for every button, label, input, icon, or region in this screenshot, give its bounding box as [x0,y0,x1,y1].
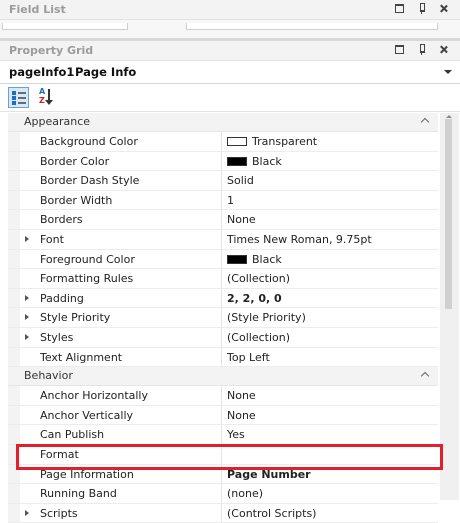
property-row-font[interactable]: Font Times New Roman, 9.75pt [8,229,438,250]
property-value[interactable]: (Style Priority) [227,311,306,324]
property-name: Background Color [40,135,138,148]
property-grid-toolbar: AZ [0,84,460,112]
category-label: Behavior [24,369,73,383]
object-name: pageInfo1 [9,65,75,79]
property-row-formatting-rules[interactable]: Formatting Rules (Collection) [8,269,438,289]
property-row-text-alignment[interactable]: Text Alignment Top Left [8,347,438,368]
property-name: Format [40,447,79,461]
expand-icon[interactable] [25,509,29,516]
property-value[interactable]: None [227,213,256,226]
color-swatch-icon [227,137,247,146]
property-value[interactable]: Times New Roman, 9.75pt [227,233,372,246]
property-row-background-color[interactable]: Background Color Transparent [8,132,438,152]
scroll-up-icon[interactable] [446,115,452,118]
property-name: Padding [40,291,84,305]
property-value[interactable]: None [227,409,256,422]
property-name: Font [40,232,64,246]
property-name: Anchor Horizontally [40,389,148,403]
property-name: Scripts [40,506,78,520]
property-name: Border Color [40,154,110,168]
property-name: Border Width [40,193,113,207]
field-list-header: Field List [0,0,460,20]
collapse-icon[interactable] [420,117,430,127]
property-row-border-color[interactable]: Border Color Black [8,151,438,172]
close-icon[interactable] [437,43,450,56]
property-name: Borders [40,213,83,227]
color-swatch-icon [227,254,247,264]
property-name: Running Band [40,487,117,501]
property-row-styles[interactable]: Styles (Collection) [8,327,438,348]
property-value[interactable]: Black [227,155,282,168]
color-swatch-icon [227,156,247,166]
property-value[interactable]: Top Left [227,351,270,364]
property-value[interactable]: Yes [227,428,245,441]
property-row-foreground-color[interactable]: Foreground Color Black [8,249,438,270]
property-name: Styles [40,330,74,344]
property-grid: Appearance Background Color Transparent … [8,113,438,523]
property-name: Can Publish [40,428,105,442]
property-row-scripts[interactable]: Scripts (Control Scripts) [8,503,438,523]
pin-icon[interactable] [415,43,428,56]
property-name: Formatting Rules [40,272,134,286]
property-name: Page Information [40,467,134,481]
alphabetical-sort-icon[interactable]: AZ [36,87,57,108]
object-type: Page Info [75,65,137,79]
property-value[interactable]: Black [227,253,282,266]
field-list-body [0,20,460,38]
category-label: Appearance [24,115,91,128]
property-name: Style Priority [40,311,111,325]
property-grid-header: Property Grid [0,41,460,61]
property-value[interactable]: (none) [227,487,263,500]
property-value[interactable]: None [227,389,256,402]
property-value[interactable]: 2, 2, 0, 0 [227,292,282,305]
collapse-icon[interactable] [420,371,430,381]
property-value[interactable]: (Collection) [227,331,290,344]
expand-icon[interactable] [25,314,29,321]
property-value[interactable]: (Control Scripts) [227,507,316,520]
category-appearance[interactable]: Appearance [8,113,438,132]
property-grid-title: Property Grid [9,44,94,57]
property-value[interactable]: (Collection) [227,272,290,285]
maximize-icon[interactable] [393,2,406,15]
field-list-tab [2,23,128,30]
categorized-icon[interactable] [8,87,29,108]
close-icon[interactable] [437,2,450,15]
property-row-format[interactable]: Format [8,444,438,465]
property-value[interactable]: Transparent [227,135,317,148]
object-selector[interactable]: pageInfo1 Page Info [0,61,460,84]
scrollbar-thumb[interactable] [445,119,452,309]
property-row-border-dash-style[interactable]: Border Dash Style Solid [8,171,438,191]
property-row-border-width[interactable]: Border Width 1 [8,190,438,211]
expand-icon[interactable] [25,294,29,301]
expand-icon[interactable] [25,333,29,340]
field-list-tab [186,23,438,30]
property-row-anchor-vertically[interactable]: Anchor Vertically None [8,405,438,426]
property-row-padding[interactable]: Padding 2, 2, 0, 0 [8,288,438,309]
property-value[interactable]: Solid [227,174,254,187]
property-row-can-publish[interactable]: Can Publish Yes [8,425,438,445]
category-behavior[interactable]: Behavior [8,367,438,387]
property-row-running-band[interactable]: Running Band (none) [8,484,438,504]
property-row-style-priority[interactable]: Style Priority (Style Priority) [8,308,438,328]
property-value[interactable]: 1 [227,194,234,207]
field-list-title: Field List [9,3,66,16]
maximize-icon[interactable] [393,43,406,56]
property-row-borders[interactable]: Borders None [8,210,438,230]
chevron-down-icon[interactable] [444,70,452,74]
property-row-anchor-horizontally[interactable]: Anchor Horizontally None [8,386,438,406]
property-name: Border Dash Style [40,174,140,188]
pin-icon[interactable] [415,2,428,15]
property-name: Text Alignment [40,350,123,364]
vertical-scrollbar[interactable] [440,113,459,500]
expand-icon[interactable] [25,235,29,242]
property-name: Foreground Color [40,252,135,266]
property-value[interactable]: Page Number [227,468,311,481]
property-name: Anchor Vertically [40,408,134,422]
property-row-page-information[interactable]: Page Information Page Number [8,464,438,485]
